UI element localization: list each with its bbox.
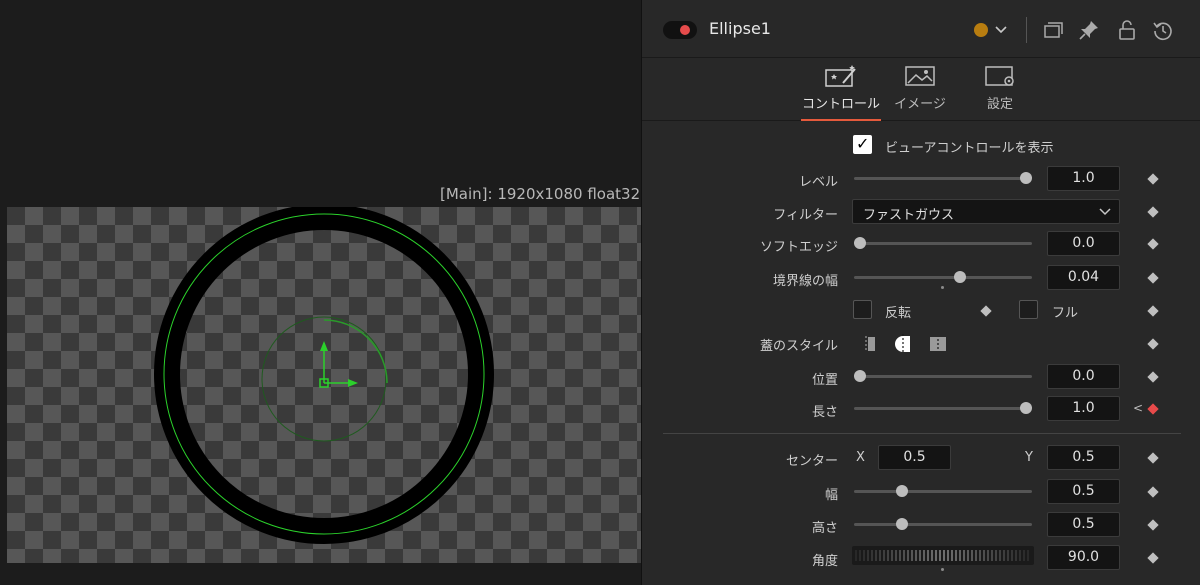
length-slider-knob[interactable] bbox=[1020, 402, 1032, 414]
level-slider-knob[interactable] bbox=[1020, 172, 1032, 184]
soft-edge-field[interactable]: 0.0 bbox=[1047, 231, 1120, 256]
invert-checkbox[interactable] bbox=[853, 300, 872, 319]
filter-dropdown[interactable]: ファストガウス bbox=[852, 199, 1120, 224]
center-y-label: Y bbox=[1025, 450, 1033, 465]
position-keyframe-button[interactable] bbox=[1147, 371, 1159, 383]
cap-style-label: 蓋のスタイル bbox=[759, 339, 838, 354]
show-view-controls-label: ビューアコントロールを表示 bbox=[885, 141, 1054, 156]
position-slider-knob[interactable] bbox=[854, 370, 866, 382]
center-x-label: X bbox=[856, 450, 865, 465]
width-keyframe-button[interactable] bbox=[1147, 486, 1159, 498]
width-slider-knob[interactable] bbox=[895, 485, 908, 497]
inspector-header: Ellipse1 bbox=[642, 0, 1200, 58]
level-keyframe-button[interactable] bbox=[1147, 173, 1159, 185]
tab-controls[interactable]: コントロール bbox=[801, 58, 881, 121]
filter-dropdown-value: ファストガウス bbox=[863, 208, 955, 223]
position-label: 位置 bbox=[811, 373, 838, 388]
level-slider[interactable] bbox=[854, 177, 1032, 180]
tab-label: 設定 bbox=[986, 97, 1013, 112]
invert-keyframe-button[interactable] bbox=[980, 305, 992, 317]
invert-label: 反転 bbox=[885, 306, 912, 321]
cap-round-icon[interactable] bbox=[892, 333, 914, 355]
width-label: 幅 bbox=[824, 488, 838, 503]
slider-default-marker bbox=[941, 286, 944, 289]
center-keyframe-button[interactable] bbox=[1147, 452, 1159, 464]
border-width-field[interactable]: 0.04 bbox=[1047, 265, 1120, 290]
border-width-slider[interactable] bbox=[854, 276, 1032, 279]
height-label: 高さ bbox=[811, 521, 838, 536]
height-field[interactable]: 0.5 bbox=[1047, 512, 1120, 537]
chevron-down-icon[interactable] bbox=[994, 19, 1008, 41]
full-checkbox[interactable] bbox=[1019, 300, 1038, 319]
center-y-field[interactable]: 0.5 bbox=[1047, 445, 1120, 470]
border-width-label: 境界線の幅 bbox=[772, 274, 838, 289]
height-keyframe-button[interactable] bbox=[1147, 519, 1159, 531]
center-x-field[interactable]: 0.5 bbox=[878, 445, 951, 470]
node-color-swatch[interactable] bbox=[974, 23, 988, 37]
center-label: センター bbox=[785, 454, 838, 469]
node-title: Ellipse1 bbox=[709, 19, 771, 38]
show-view-controls-checkbox[interactable]: ✓ bbox=[853, 134, 872, 154]
cap-square-icon[interactable] bbox=[928, 334, 948, 354]
header-divider bbox=[1026, 17, 1027, 43]
width-slider[interactable] bbox=[854, 490, 1032, 493]
level-label: レベル bbox=[798, 175, 838, 190]
section-divider bbox=[663, 433, 1181, 434]
inspector-panel: Ellipse1 コントロール イメージ 設定 ✓ ビューアコントロールを表示 … bbox=[641, 0, 1200, 585]
settings-icon bbox=[985, 66, 1014, 86]
reset-icon[interactable] bbox=[1152, 19, 1174, 41]
position-field[interactable]: 0.0 bbox=[1047, 364, 1120, 389]
tab-label: イメージ bbox=[894, 97, 946, 112]
border-width-keyframe-button[interactable] bbox=[1147, 272, 1159, 284]
length-label: 長さ bbox=[811, 405, 838, 420]
pin-icon[interactable] bbox=[1078, 19, 1100, 41]
tab-active-indicator bbox=[801, 119, 881, 121]
tab-settings[interactable]: 設定 bbox=[980, 58, 1020, 121]
angle-arc-handle[interactable] bbox=[323, 319, 388, 384]
lock-icon[interactable] bbox=[1116, 19, 1138, 41]
tab-label: コントロール bbox=[801, 97, 880, 112]
soft-edge-slider-knob[interactable] bbox=[854, 237, 866, 249]
angle-label: 角度 bbox=[811, 554, 838, 569]
node-enable-toggle[interactable] bbox=[663, 21, 697, 39]
viewer-canvas[interactable] bbox=[7, 207, 641, 563]
tab-image[interactable]: イメージ bbox=[890, 58, 950, 121]
image-icon bbox=[905, 66, 935, 86]
soft-edge-slider[interactable] bbox=[854, 242, 1032, 245]
angle-thumbwheel[interactable] bbox=[852, 546, 1034, 565]
height-slider[interactable] bbox=[854, 523, 1032, 526]
previous-keyframe-icon[interactable]: < bbox=[1133, 401, 1143, 415]
thumbwheel-ticks bbox=[855, 550, 1029, 561]
filter-keyframe-button[interactable] bbox=[1147, 206, 1159, 218]
border-width-slider-knob[interactable] bbox=[953, 271, 966, 283]
level-field[interactable]: 1.0 bbox=[1047, 166, 1120, 191]
full-keyframe-button[interactable] bbox=[1147, 305, 1159, 317]
magic-wand-icon bbox=[825, 65, 856, 87]
height-slider-knob[interactable] bbox=[895, 518, 908, 530]
versions-icon[interactable] bbox=[1042, 19, 1064, 41]
ellipse-preview[interactable] bbox=[7, 207, 641, 563]
angle-field[interactable]: 90.0 bbox=[1047, 545, 1120, 570]
arrow-up-icon bbox=[320, 341, 328, 351]
length-slider[interactable] bbox=[854, 407, 1032, 410]
arrow-right-icon bbox=[348, 379, 358, 387]
viewer[interactable]: [Main]: 1920x1080 float32 bbox=[0, 0, 641, 585]
chevron-down-icon bbox=[1099, 208, 1111, 216]
length-field[interactable]: 1.0 bbox=[1047, 396, 1120, 421]
filter-label: フィルター bbox=[773, 208, 838, 223]
cap-flat-icon[interactable] bbox=[862, 334, 878, 354]
full-label: フル bbox=[1052, 306, 1079, 321]
thumbwheel-center-marker bbox=[941, 568, 944, 571]
angle-keyframe-button[interactable] bbox=[1147, 552, 1159, 564]
soft-edge-label: ソフトエッジ bbox=[759, 240, 838, 255]
viewer-resolution-label: [Main]: 1920x1080 float32 bbox=[440, 185, 641, 203]
cap-style-keyframe-button[interactable] bbox=[1147, 338, 1159, 350]
inspector-tabs: コントロール イメージ 設定 bbox=[642, 58, 1200, 121]
length-keyframe-button[interactable] bbox=[1147, 403, 1159, 415]
position-slider[interactable] bbox=[854, 375, 1032, 378]
soft-edge-keyframe-button[interactable] bbox=[1147, 238, 1159, 250]
width-field[interactable]: 0.5 bbox=[1047, 479, 1120, 504]
